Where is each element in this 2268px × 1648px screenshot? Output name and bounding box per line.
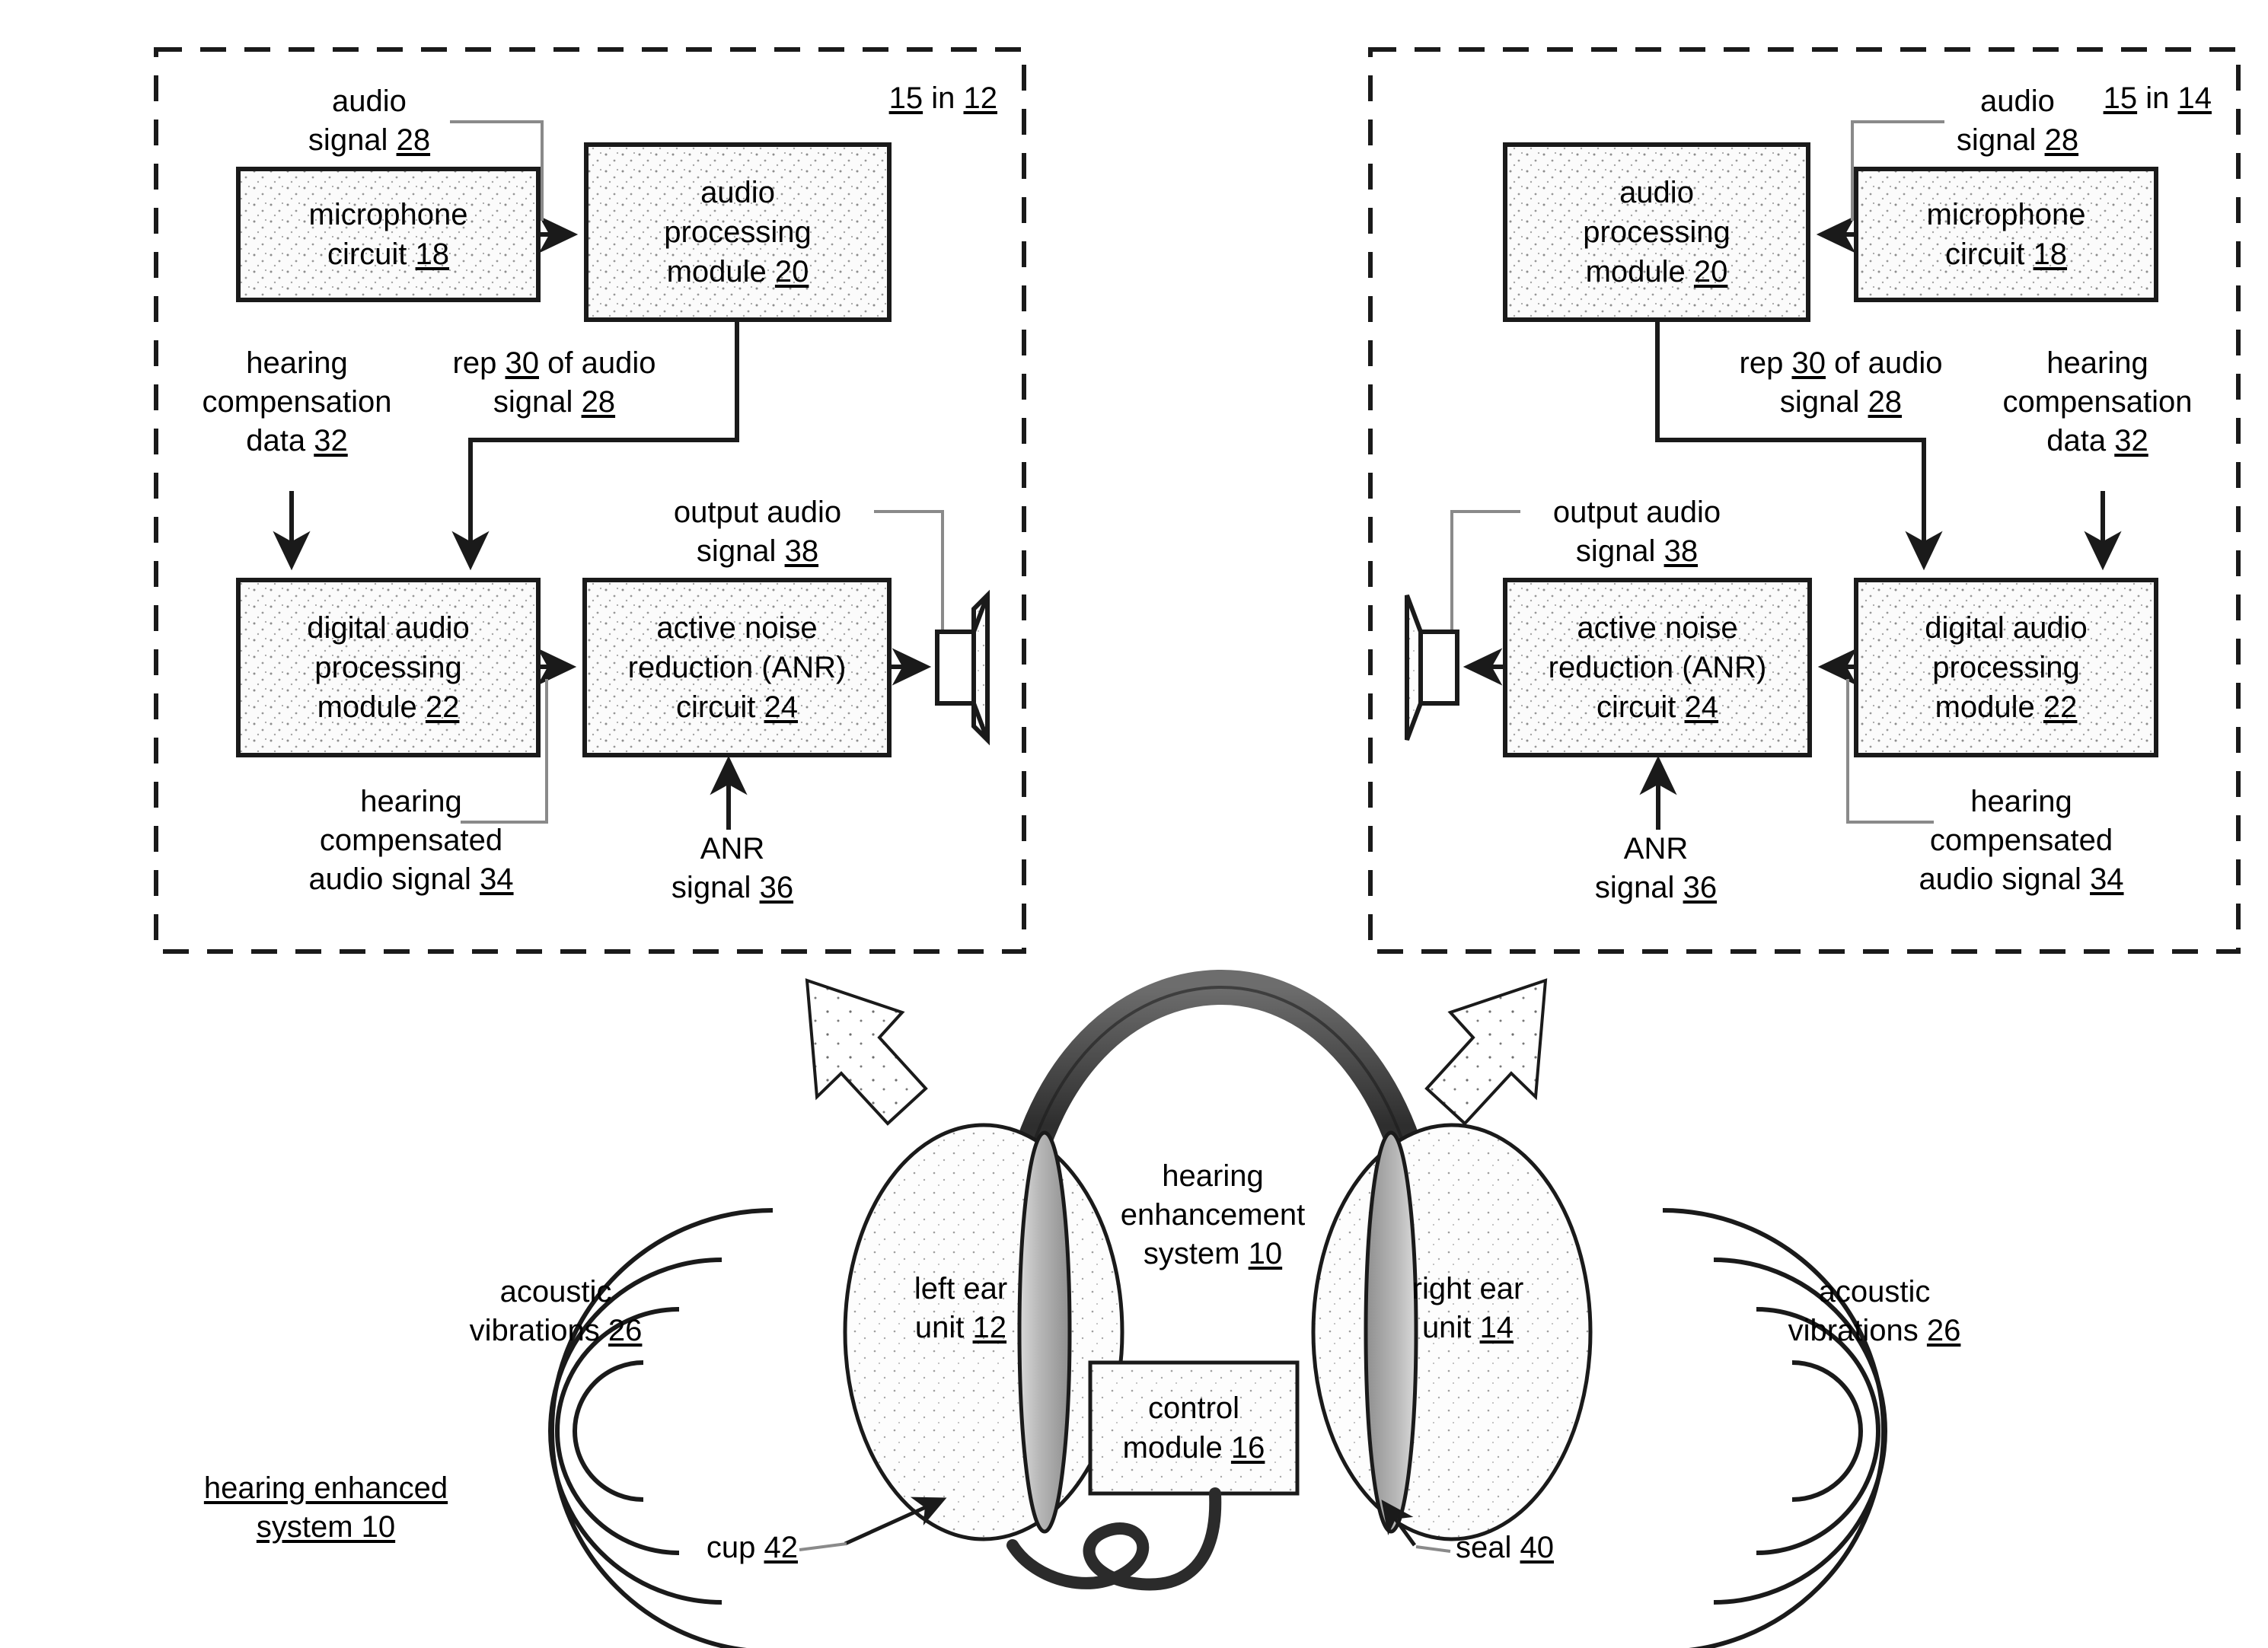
left-digital-audio-processing-module-box <box>236 578 541 757</box>
cup-label: cup 42 <box>706 1531 798 1564</box>
seal-label: seal 40 <box>1456 1531 1555 1564</box>
right-audio-processing-module-box <box>1503 142 1810 322</box>
right-digital-audio-processing-module-box <box>1854 578 2158 757</box>
right-speaker-icon <box>1405 594 1459 741</box>
left-speaker-icon <box>935 589 990 746</box>
left-callout-arrow-icon <box>805 978 928 1126</box>
left-microphone-circuit-box <box>236 167 541 302</box>
right-ear-unit-label: right ear unit 14 <box>1412 1272 1524 1345</box>
right-microphone-circuit-box <box>1854 167 2158 302</box>
right-label-audio-signal-28: audio signal 28 <box>1956 84 2079 158</box>
right-label-output-audio-signal-38: output audio signal 38 <box>1552 496 1721 569</box>
right-label-anr-signal-36: ANR signal 36 <box>1594 832 1718 905</box>
right-panel-tag: 15 in 14 <box>2103 81 2212 115</box>
left-label-hearing-compensated-audio-signal-34: hearing compensated audio signal 34 <box>308 785 514 897</box>
left-panel-tag: 15 in 12 <box>888 81 997 115</box>
figure-canvas: 15 in 12 audio signal 28 microphone circ… <box>0 0 2268 1648</box>
left-label-hearing-compensation-data: hearing compensation data 32 <box>202 346 392 458</box>
figure-title: hearing enhanced system 10 <box>203 1471 448 1544</box>
left-label-anr-signal-36: ANR signal 36 <box>671 832 794 905</box>
control-module-box <box>1088 1360 1300 1496</box>
left-label-rep-30-of-audio-signal-28: rep 30 of audio signal 28 <box>452 346 656 419</box>
right-acoustic-vibrations-label: acoustic vibrations 26 <box>1788 1275 1961 1348</box>
left-anr-circuit-box <box>582 578 892 757</box>
left-label-audio-signal-28: audio signal 28 <box>308 84 431 158</box>
hearing-enhancement-system-label: hearing enhancement system 10 <box>1120 1159 1306 1271</box>
right-label-rep-30-of-audio-signal-28: rep 30 of audio signal 28 <box>1739 346 1943 419</box>
left-acoustic-vibrations-label: acoustic vibrations 26 <box>469 1275 643 1348</box>
right-label-hearing-compensated-audio-signal-34: hearing compensated audio signal 34 <box>1919 785 2124 897</box>
right-callout-arrow-icon <box>1424 978 1548 1126</box>
left-label-output-audio-signal-38: output audio signal 38 <box>673 496 842 569</box>
right-anr-circuit-box <box>1503 578 1812 757</box>
left-ear-seal <box>1017 1130 1072 1534</box>
left-ear-unit-label: left ear unit 12 <box>914 1272 1008 1345</box>
right-label-hearing-compensation-data: hearing compensation data 32 <box>2002 346 2193 458</box>
left-audio-processing-module-box <box>584 142 892 322</box>
right-ear-seal <box>1364 1130 1418 1534</box>
